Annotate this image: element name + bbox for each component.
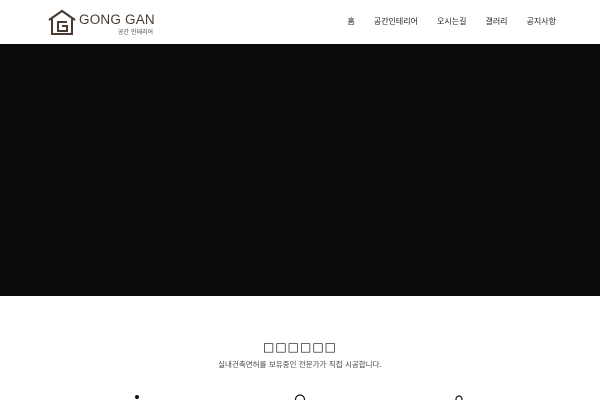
nav-item-notice[interactable]: 공지사항	[527, 16, 556, 27]
nav-item-interior[interactable]: 공간인테리어	[374, 16, 418, 27]
section-subtitle: 실내건축면허를 보유중인 전문가가 직접 시공합니다.	[218, 360, 382, 369]
site-header: GONG GAN 공간 인테리어 홈 공간인테리어 오시는길 갤러리 공지사항	[0, 0, 600, 44]
section-title: □□□□□□	[262, 340, 338, 354]
house-logo-icon	[48, 9, 76, 35]
feature-icon-1	[135, 395, 139, 399]
main-nav: 홈 공간인테리어 오시는길 갤러리 공지사항	[347, 16, 556, 27]
nav-item-home[interactable]: 홈	[347, 16, 354, 27]
nav-item-gallery[interactable]: 갤러리	[485, 16, 507, 27]
feature-icon-2	[294, 394, 306, 400]
nav-item-directions[interactable]: 오시는길	[437, 16, 466, 27]
logo-name: GONG GAN	[79, 12, 155, 27]
feature-icon-3	[455, 395, 463, 400]
site-logo[interactable]: GONG GAN 공간 인테리어	[47, 9, 167, 36]
hero-banner	[0, 44, 600, 296]
logo-subtitle: 공간 인테리어	[118, 29, 154, 36]
